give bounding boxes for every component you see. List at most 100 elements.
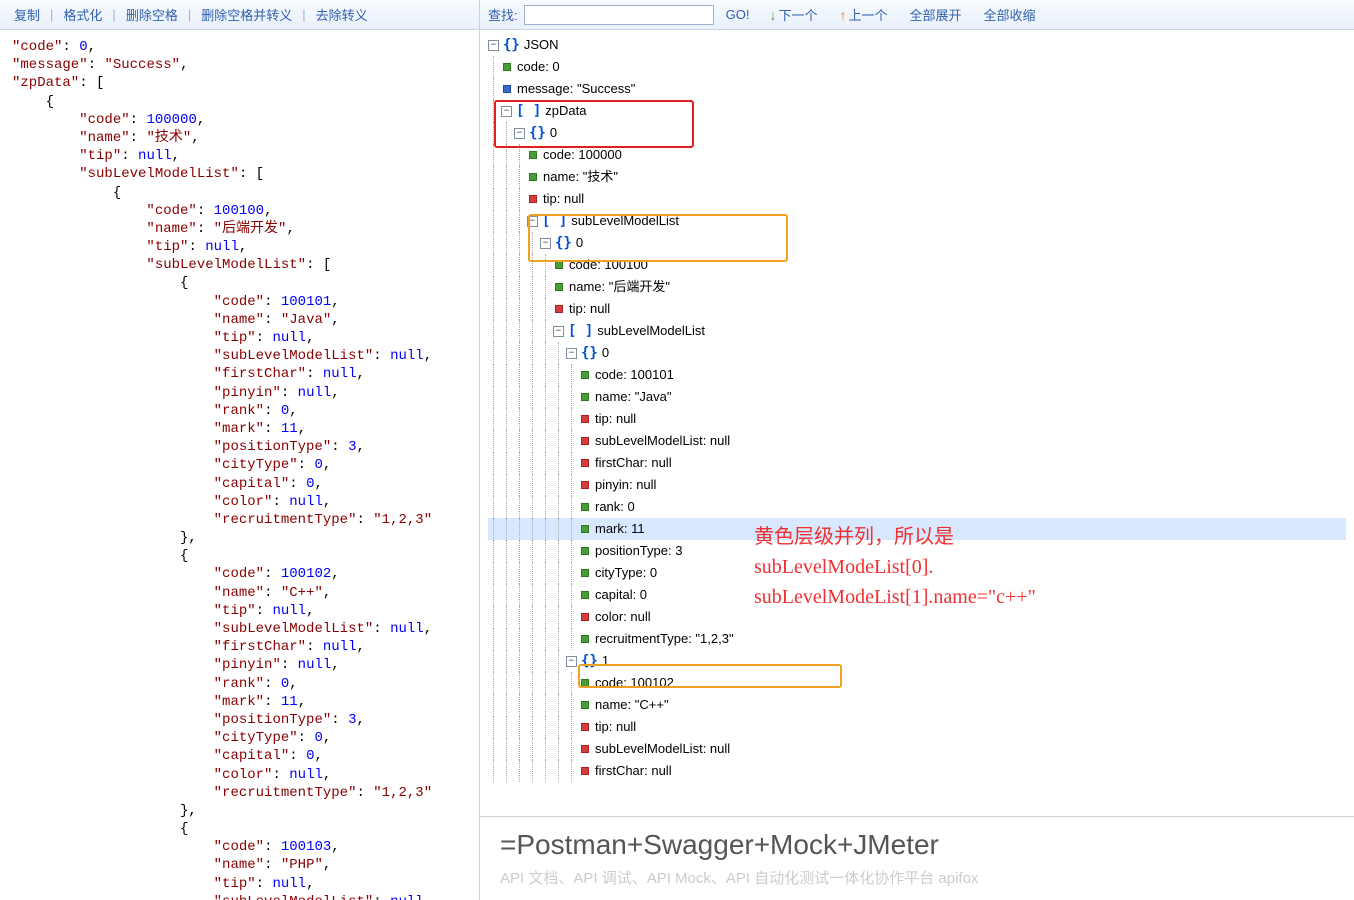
- leaf-icon: [529, 151, 537, 159]
- collapse-icon[interactable]: −: [566, 348, 577, 359]
- json-tree-viewer[interactable]: −{}JSONcode: 0message : "Success"−[ ]zpD…: [480, 30, 1354, 816]
- right-panel: 查找: GO! ↓下一个 ↑上一个 全部展开 全部收缩 −{}JSONcode:…: [480, 0, 1354, 900]
- arrow-up-icon: ↑: [839, 7, 846, 23]
- leaf-icon: [581, 481, 589, 489]
- tree-node[interactable]: color : null: [488, 606, 1346, 628]
- separator: |: [110, 7, 117, 22]
- leaf-icon: [529, 173, 537, 181]
- trim-escape-button[interactable]: 删除空格并转义: [195, 3, 298, 26]
- tree-node[interactable]: name : "C++": [488, 694, 1346, 716]
- leaf-icon: [503, 63, 511, 71]
- object-icon: {}: [529, 122, 546, 144]
- tree-node[interactable]: code: 0: [488, 56, 1346, 78]
- tree-root[interactable]: −{}JSON: [488, 34, 1346, 56]
- leaf-icon: [555, 305, 563, 313]
- array-icon: [ ]: [516, 100, 541, 122]
- leaf-icon: [581, 723, 589, 731]
- tree-node[interactable]: message : "Success": [488, 78, 1346, 100]
- collapse-icon[interactable]: −: [488, 40, 499, 51]
- separator: |: [186, 7, 193, 22]
- arrow-down-icon: ↓: [769, 7, 776, 23]
- search-label: 查找:: [488, 5, 518, 24]
- leaf-icon: [581, 679, 589, 687]
- tree-node[interactable]: −{}0: [488, 342, 1346, 364]
- tree-node[interactable]: rank : 0: [488, 496, 1346, 518]
- copy-button[interactable]: 复制: [8, 3, 46, 26]
- tree-node[interactable]: −{}1: [488, 650, 1346, 672]
- leaf-icon: [555, 261, 563, 269]
- collapse-icon[interactable]: −: [540, 238, 551, 249]
- leaf-icon: [581, 635, 589, 643]
- leaf-icon: [581, 437, 589, 445]
- search-input[interactable]: [524, 5, 714, 25]
- tree-node[interactable]: cityType : 0: [488, 562, 1346, 584]
- collapse-all-button[interactable]: 全部收缩: [978, 3, 1042, 26]
- leaf-icon: [581, 459, 589, 467]
- collapse-icon[interactable]: −: [527, 216, 538, 227]
- format-button[interactable]: 格式化: [57, 3, 108, 26]
- tree-node[interactable]: name : "后端开发": [488, 276, 1346, 298]
- tree-node[interactable]: subLevelModelList : null: [488, 430, 1346, 452]
- tree-node[interactable]: −[ ]zpData: [488, 100, 1346, 122]
- tree-node[interactable]: name : "Java": [488, 386, 1346, 408]
- trim-button[interactable]: 删除空格: [120, 3, 184, 26]
- tree-node[interactable]: −[ ]subLevelModelList: [488, 210, 1346, 232]
- collapse-icon[interactable]: −: [566, 656, 577, 667]
- tree-node[interactable]: −{}0: [488, 122, 1346, 144]
- json-source-editor[interactable]: "code": 0, "message": "Success", "zpData…: [0, 30, 479, 900]
- tree-node[interactable]: subLevelModelList : null: [488, 738, 1346, 760]
- leaf-icon: [581, 525, 589, 533]
- tree-node[interactable]: firstChar : null: [488, 760, 1346, 782]
- tree-node[interactable]: pinyin : null: [488, 474, 1346, 496]
- tree-node[interactable]: code : 100100: [488, 254, 1346, 276]
- tree-node[interactable]: positionType : 3: [488, 540, 1346, 562]
- object-icon: {}: [503, 34, 520, 56]
- tree-node[interactable]: tip : null: [488, 716, 1346, 738]
- leaf-icon: [581, 415, 589, 423]
- go-button[interactable]: GO!: [722, 5, 754, 24]
- prev-button[interactable]: ↑上一个: [833, 3, 893, 26]
- tree-node[interactable]: code : 100101: [488, 364, 1346, 386]
- left-toolbar: 复制 | 格式化 | 删除空格 | 删除空格并转义 | 去除转义: [0, 0, 479, 30]
- next-button[interactable]: ↓下一个: [763, 3, 823, 26]
- leaf-icon: [581, 767, 589, 775]
- object-icon: {}: [555, 232, 572, 254]
- collapse-icon[interactable]: −: [553, 326, 564, 337]
- footer-subtitle: API 文档、API 调试、API Mock、API 自动化测试一体化协作平台 …: [500, 867, 1334, 888]
- tree-node[interactable]: −[ ]subLevelModelList: [488, 320, 1346, 342]
- tree-node[interactable]: code : 100000: [488, 144, 1346, 166]
- tree-node[interactable]: code : 100102: [488, 672, 1346, 694]
- array-icon: [ ]: [542, 210, 567, 232]
- tree-node[interactable]: tip : null: [488, 408, 1346, 430]
- tree-node[interactable]: tip : null: [488, 298, 1346, 320]
- leaf-icon: [581, 701, 589, 709]
- tree-node[interactable]: −{}0: [488, 232, 1346, 254]
- tree-node[interactable]: mark : 11: [488, 518, 1346, 540]
- leaf-icon: [581, 591, 589, 599]
- tree-node[interactable]: recruitmentType : "1,2,3": [488, 628, 1346, 650]
- object-icon: {}: [581, 650, 598, 672]
- leaf-icon: [581, 371, 589, 379]
- leaf-icon: [581, 547, 589, 555]
- leaf-icon: [581, 503, 589, 511]
- leaf-icon: [529, 195, 537, 203]
- separator: |: [300, 7, 307, 22]
- object-icon: {}: [581, 342, 598, 364]
- collapse-icon[interactable]: −: [501, 106, 512, 117]
- leaf-icon: [581, 393, 589, 401]
- leaf-icon: [581, 745, 589, 753]
- leaf-icon: [555, 283, 563, 291]
- tree-node[interactable]: tip : null: [488, 188, 1346, 210]
- footer-title: =Postman+Swagger+Mock+JMeter: [500, 829, 1334, 861]
- expand-all-button[interactable]: 全部展开: [904, 3, 968, 26]
- tree-node[interactable]: capital : 0: [488, 584, 1346, 606]
- left-panel: 复制 | 格式化 | 删除空格 | 删除空格并转义 | 去除转义 "code":…: [0, 0, 480, 900]
- array-icon: [ ]: [568, 320, 593, 342]
- unescape-button[interactable]: 去除转义: [310, 3, 374, 26]
- collapse-icon[interactable]: −: [514, 128, 525, 139]
- separator: |: [48, 7, 55, 22]
- tree-node[interactable]: name : "技术": [488, 166, 1346, 188]
- leaf-icon: [581, 569, 589, 577]
- footer-banner: =Postman+Swagger+Mock+JMeter API 文档、API …: [480, 816, 1354, 900]
- tree-node[interactable]: firstChar : null: [488, 452, 1346, 474]
